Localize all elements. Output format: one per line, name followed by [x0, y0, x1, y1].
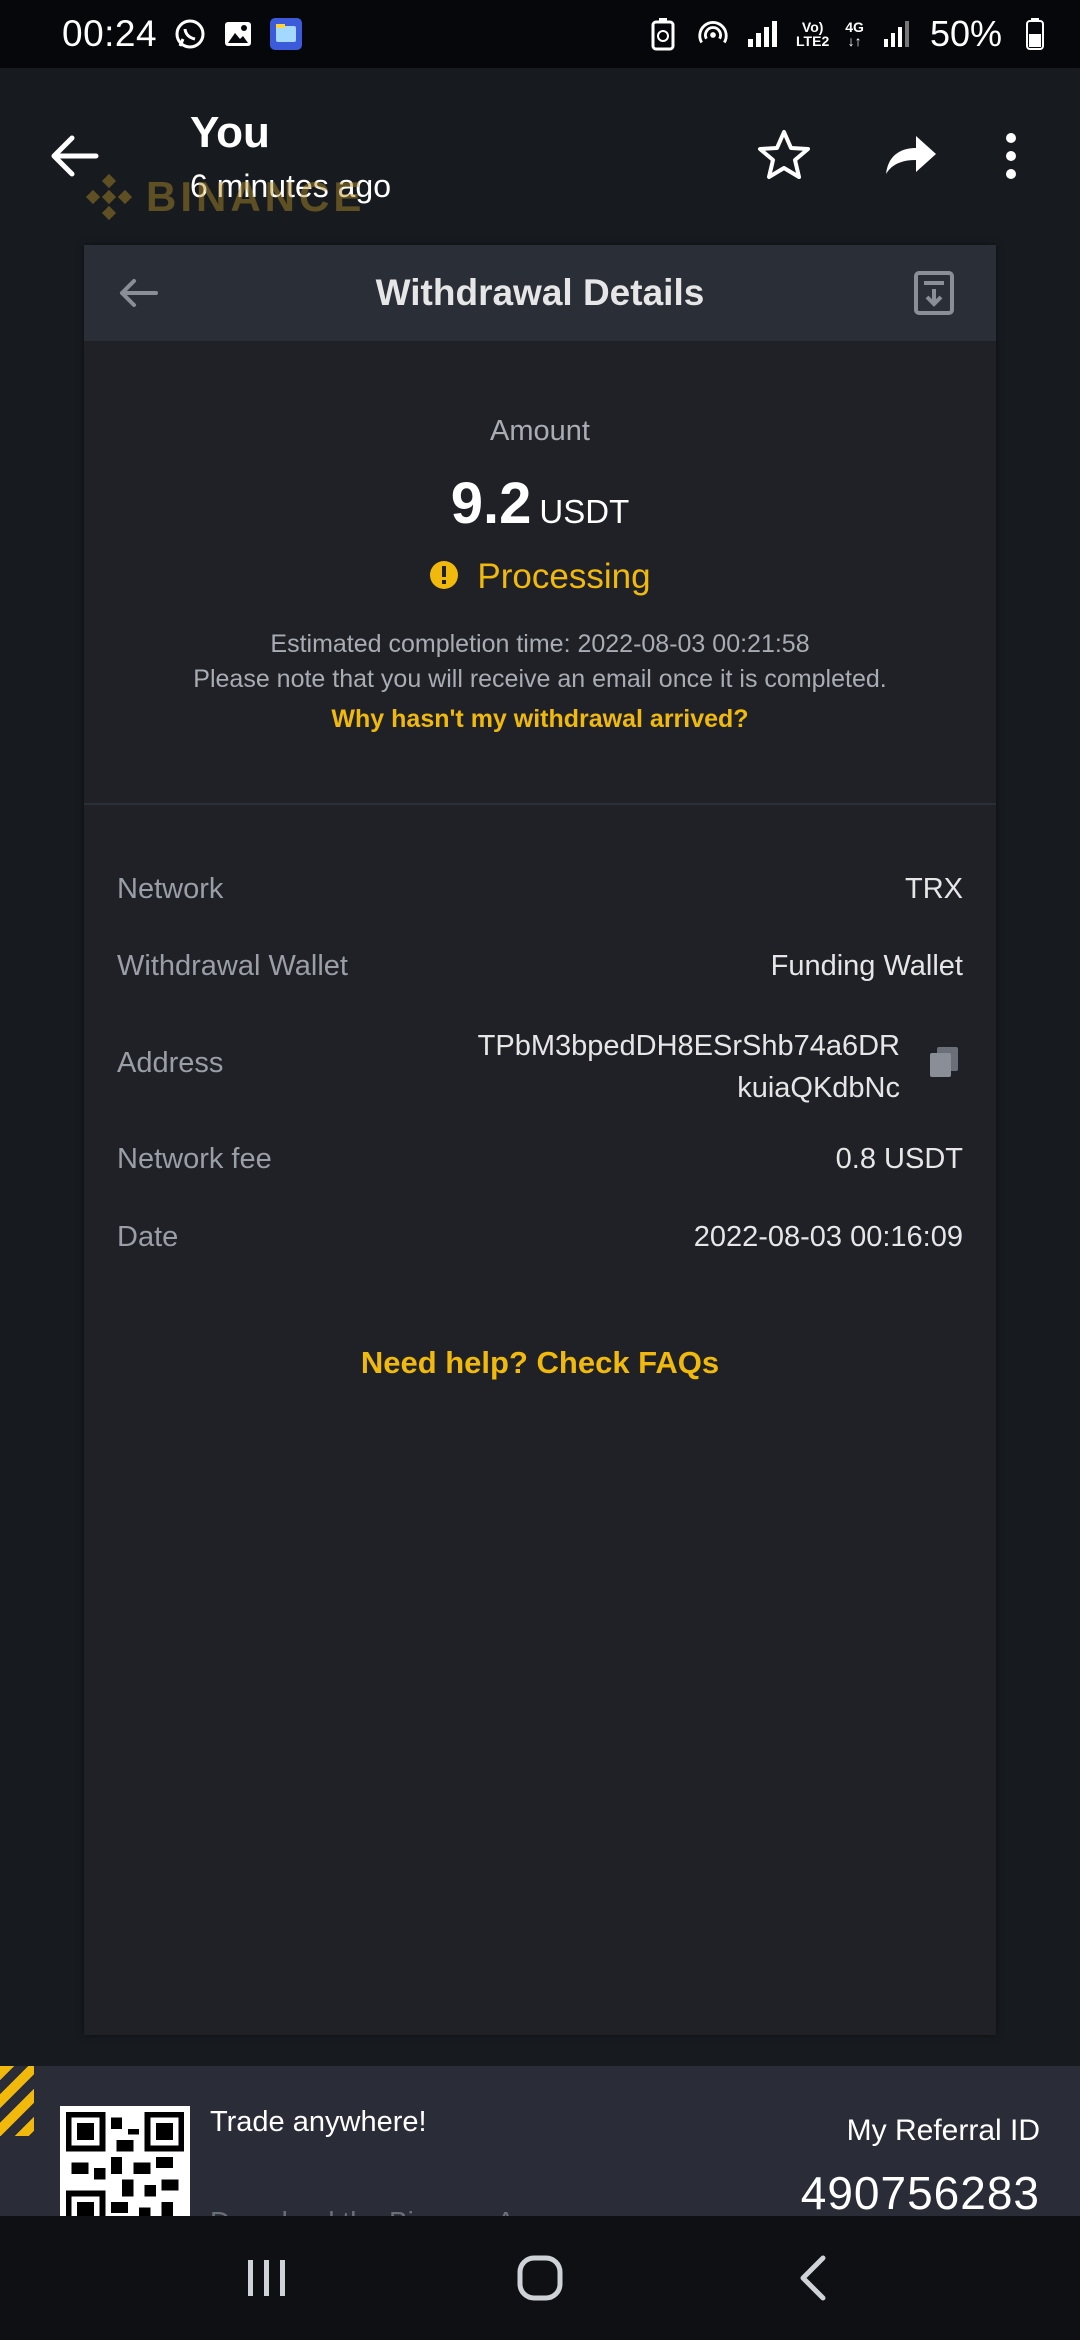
hotspot-icon	[696, 17, 730, 51]
battery-icon	[1018, 17, 1052, 51]
download-app-text: Download the Binance App	[210, 2206, 546, 2216]
referral-id-label: My Referral ID	[846, 2114, 1040, 2147]
network-type-label: Vo) LTE2	[796, 19, 830, 49]
status-time: 00:24	[62, 13, 158, 54]
date-label: Date	[117, 1221, 179, 1253]
referral-id-value: 490756283	[800, 2167, 1040, 2216]
divider	[84, 803, 996, 805]
card-back-arrow-icon	[116, 273, 160, 313]
status-row: Processing	[84, 557, 996, 597]
star-icon[interactable]	[754, 126, 814, 186]
back-button[interactable]	[783, 2248, 843, 2308]
home-button[interactable]	[510, 2248, 570, 2308]
withdrawal-details-card: Withdrawal Details Amount 9.2 USDT Proces…	[84, 245, 996, 2035]
amount-row: 9.2 USDT	[84, 470, 996, 537]
binance-logo-icon	[85, 173, 133, 221]
card-title: Withdrawal Details	[375, 272, 705, 313]
amount-label: Amount	[490, 415, 590, 447]
date-value: 2022-08-03 00:16:09	[693, 1221, 963, 1253]
email-note-text: Please note that you will receive an ema…	[193, 665, 887, 693]
amount-value: 9.2	[450, 471, 532, 536]
network-label: Network	[117, 873, 224, 905]
whatsapp-icon	[173, 17, 207, 51]
status-text: Processing	[477, 557, 651, 596]
warning-icon	[429, 560, 459, 595]
why-not-arrived-link[interactable]: Why hasn't my withdrawal arrived?	[84, 705, 996, 734]
network-fee-label: Network fee	[117, 1143, 272, 1175]
more-options-icon[interactable]	[996, 126, 1056, 186]
recent-apps-button[interactable]	[237, 2248, 297, 2308]
withdrawal-wallet-label: Withdrawal Wallet	[117, 950, 348, 982]
network-value: TRX	[905, 873, 963, 905]
qr-code	[60, 2106, 190, 2216]
withdrawal-wallet-value: Funding Wallet	[770, 950, 963, 982]
share-forward-icon[interactable]	[880, 126, 940, 186]
binance-logo-text: BINANCE	[146, 173, 366, 220]
amount-unit: USDT	[539, 493, 630, 530]
address-line-2: kuiaQKdbNc	[737, 1072, 900, 1104]
gallery-icon	[221, 17, 255, 51]
referral-banner: Trade anywhere! Download the Binance App…	[0, 2066, 1080, 2216]
address-label: Address	[117, 1047, 224, 1079]
hazard-stripes	[0, 2066, 34, 2136]
copy-icon	[928, 1045, 960, 1079]
recycle-icon	[646, 17, 680, 51]
trade-anywhere-text: Trade anywhere!	[210, 2106, 427, 2138]
faq-link[interactable]: Need help? Check FAQs	[84, 1345, 996, 1381]
sender-name: You	[190, 108, 270, 157]
address-line-1: TPbM3bpedDH8ESrShb74a6DR	[477, 1030, 900, 1062]
battery-percent: 50%	[929, 13, 1002, 54]
card-header: Withdrawal Details	[84, 245, 996, 341]
signal-icon-2	[880, 17, 914, 51]
binance-logo: BINANCE	[84, 172, 365, 222]
network-fee-value: 0.8 USDT	[835, 1143, 963, 1175]
files-app-icon	[269, 17, 303, 51]
network-gen-label: 4G ↓↑	[845, 19, 864, 49]
system-nav-bar	[0, 2216, 1080, 2340]
export-icon	[912, 269, 956, 317]
estimated-completion-text: Estimated completion time: 2022-08-03 00…	[270, 630, 810, 658]
address-value: TPbM3bpedDH8ESrShb74a6DR kuiaQKdbNc	[380, 1025, 900, 1109]
status-bar: 00:24 Vo) LTE2 4G ↓↑ 50%	[0, 0, 1080, 68]
signal-icon-1	[746, 17, 780, 51]
